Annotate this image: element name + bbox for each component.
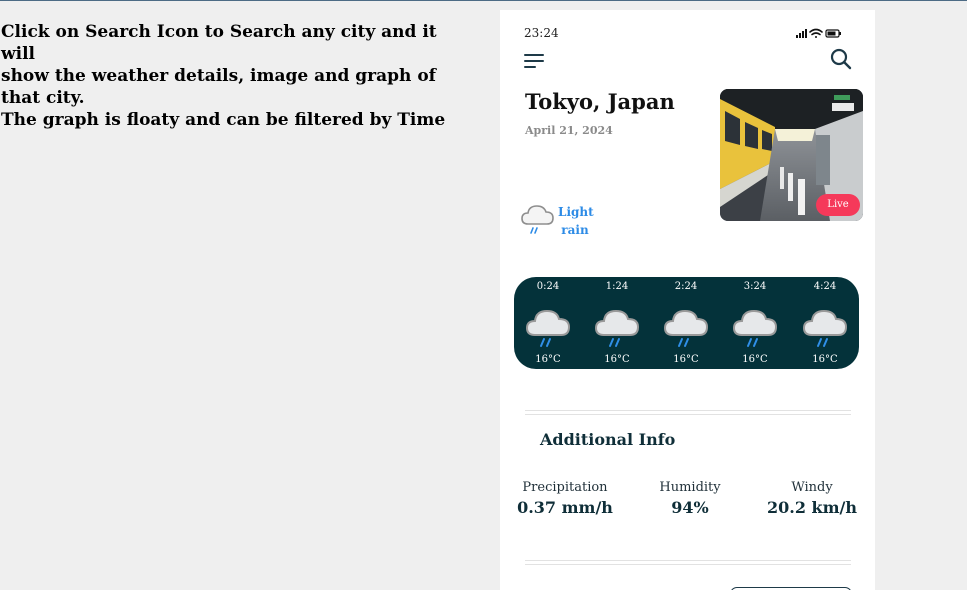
weather-description-line-1: Light [558, 205, 594, 219]
forecast-time: 4:24 [813, 281, 837, 292]
precipitation-stat: Precipitation 0.37 mm/h [510, 480, 620, 518]
forecast-temp: 16°C [742, 354, 768, 365]
forecast-time: 1:24 [605, 281, 629, 292]
date-label: April 21, 2024 [525, 124, 613, 137]
windy-value: 20.2 km/h [766, 498, 858, 517]
windy-stat: Windy 20.2 km/h [757, 480, 867, 518]
instructions-line-3: The graph is floaty and can be filtered … [1, 110, 446, 130]
instructions-line-1: Click on Search Icon to Search any city … [1, 22, 437, 64]
forecast-temp: 16°C [673, 354, 699, 365]
rain-cloud-icon [732, 309, 778, 347]
forecast-temp: 16°C [535, 354, 561, 365]
divider [525, 410, 851, 415]
status-time: 23:24 [524, 26, 559, 40]
instructions-text: Click on Search Icon to Search any city … [1, 21, 471, 131]
windy-label: Windy [791, 480, 833, 495]
search-icon[interactable] [830, 48, 852, 70]
hourly-forecast-panel[interactable]: 0:24 16°C 1:24 16°C 2:24 16°C 3:24 16°C … [514, 277, 859, 369]
forecast-time: 0:24 [536, 281, 560, 292]
precipitation-label: Precipitation [522, 480, 608, 495]
wifi-icon [809, 28, 823, 38]
humidity-stat: Humidity 94% [635, 480, 745, 518]
weather-description-line-2: rain [561, 223, 589, 237]
status-icons [796, 28, 841, 38]
top-border [0, 0, 967, 1]
signal-icon [796, 29, 807, 38]
weather-description: Light rain [558, 203, 594, 239]
city-name: Tokyo, Japan [525, 89, 675, 114]
rain-cloud-icon [521, 205, 554, 234]
humidity-value: 94% [671, 498, 709, 517]
forecast-time: 2:24 [674, 281, 698, 292]
menu-icon[interactable] [524, 54, 546, 70]
rain-cloud-icon [663, 309, 709, 347]
rain-cloud-icon [802, 309, 848, 347]
humidity-label: Humidity [659, 480, 721, 495]
instructions-line-2: show the weather details, image and grap… [1, 66, 436, 108]
forecast-temp: 16°C [604, 354, 630, 365]
rain-cloud-icon [525, 309, 571, 347]
live-badge[interactable]: Live [816, 194, 860, 216]
precipitation-value: 0.37 mm/h [517, 498, 613, 517]
battery-icon [825, 29, 841, 38]
additional-info-title: Additional Info [540, 430, 676, 449]
forecast-time: 3:24 [743, 281, 767, 292]
rain-cloud-icon [594, 309, 640, 347]
forecast-temp: 16°C [812, 354, 838, 365]
phone-screen: 23:24 Tokyo, Japan April 21, 2024 Live L… [500, 10, 875, 590]
divider [525, 560, 851, 565]
